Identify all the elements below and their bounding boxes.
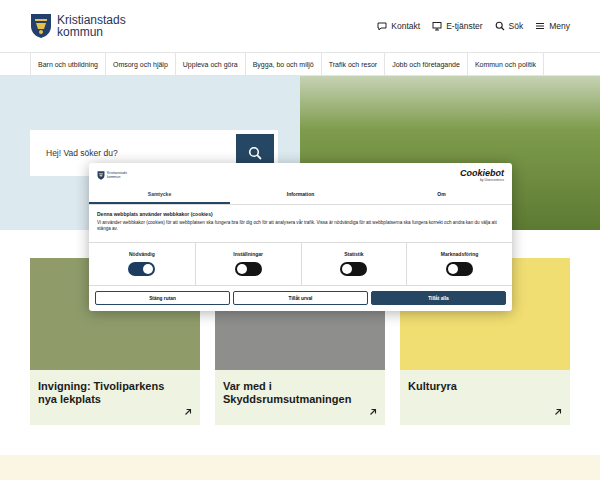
toggle-switch[interactable] (128, 262, 155, 276)
search-input[interactable]: Hej! Vad söker du? (46, 148, 118, 158)
nav-item[interactable]: Uppleva och göra (176, 53, 246, 75)
card-title: Invigning: Tivoliparkens nya lekplats (38, 380, 180, 406)
logo[interactable]: Kristianstadskommun (30, 13, 126, 39)
toggle-switch[interactable] (340, 262, 367, 276)
dialog-button[interactable]: Tillåt urval (233, 291, 368, 305)
magnifier-icon (248, 146, 262, 160)
dialog-button[interactable]: Stäng rutan (95, 291, 230, 305)
bottom-strip (0, 455, 600, 480)
dialog-button[interactable]: Tillåt alla (371, 291, 506, 305)
consent-toggles: NödvändigInställningarStatistikMarknadsf… (89, 242, 512, 286)
header-link[interactable]: Sök (495, 21, 524, 31)
logo-line: kommun (57, 26, 126, 38)
card-title: Kulturyra (408, 380, 550, 393)
header-link[interactable]: Meny (535, 21, 570, 31)
main-nav: Barn och utbildningOmsorg och hjälpUpple… (0, 52, 600, 76)
consent-option: Inställningar (195, 243, 301, 285)
arrow-icon (369, 408, 377, 416)
consent-option: Nödvändig (89, 243, 195, 285)
nav-item[interactable]: Bygga, bo och miljö (246, 53, 322, 75)
crest-icon (97, 171, 105, 180)
toggle-switch[interactable] (446, 262, 473, 276)
dialog-tab[interactable]: Om (371, 185, 512, 204)
arrow-icon (554, 408, 562, 416)
nav-item[interactable]: Jobb och företagande (385, 53, 468, 75)
header-link[interactable]: E-tjänster (432, 21, 482, 31)
nav-item[interactable]: Omsorg och hjälp (106, 53, 176, 75)
cookie-dialog: Kristianstadskommun Cookiebotby Usercentr… (89, 163, 512, 311)
dialog-tab[interactable]: Samtycke (89, 185, 230, 204)
header-link[interactable]: Kontakt (377, 21, 420, 31)
dialog-tab[interactable]: Information (230, 185, 371, 204)
toggle-switch[interactable] (235, 262, 262, 276)
crest-icon (30, 13, 52, 39)
consent-option: Statistik (301, 243, 407, 285)
logo-line: Kristianstads (57, 14, 126, 26)
nav-item[interactable]: Kommun och politik (468, 53, 544, 75)
page: Kristianstadskommun Kontakt E-tjänster Sök M… (0, 0, 600, 480)
dialog-body: Vi använder webbkakor (cookies) för att … (97, 220, 504, 232)
card-title: Var med i Skyddsrumsutmaningen (223, 380, 365, 406)
nav-item[interactable]: Trafik och resor (322, 53, 385, 75)
cookiebot-brand: Cookiebotby Usercentrics (460, 168, 504, 182)
hamburger-icon (535, 21, 545, 31)
arrow-icon (184, 408, 192, 416)
dialog-heading: Denna webbplats använder webbkakor (cook… (97, 211, 504, 217)
nav-item[interactable]: Barn och utbildning (30, 53, 106, 75)
dialog-tabs: SamtyckeInformationOm (89, 185, 512, 205)
magnifier-icon (495, 21, 505, 31)
chat-icon (377, 21, 387, 31)
monitor-icon (432, 21, 442, 31)
dialog-logo: Kristianstadskommun (97, 171, 127, 180)
site-header: Kristianstadskommun Kontakt E-tjänster Sök M… (0, 0, 600, 52)
consent-option: Marknadsföring (406, 243, 512, 285)
